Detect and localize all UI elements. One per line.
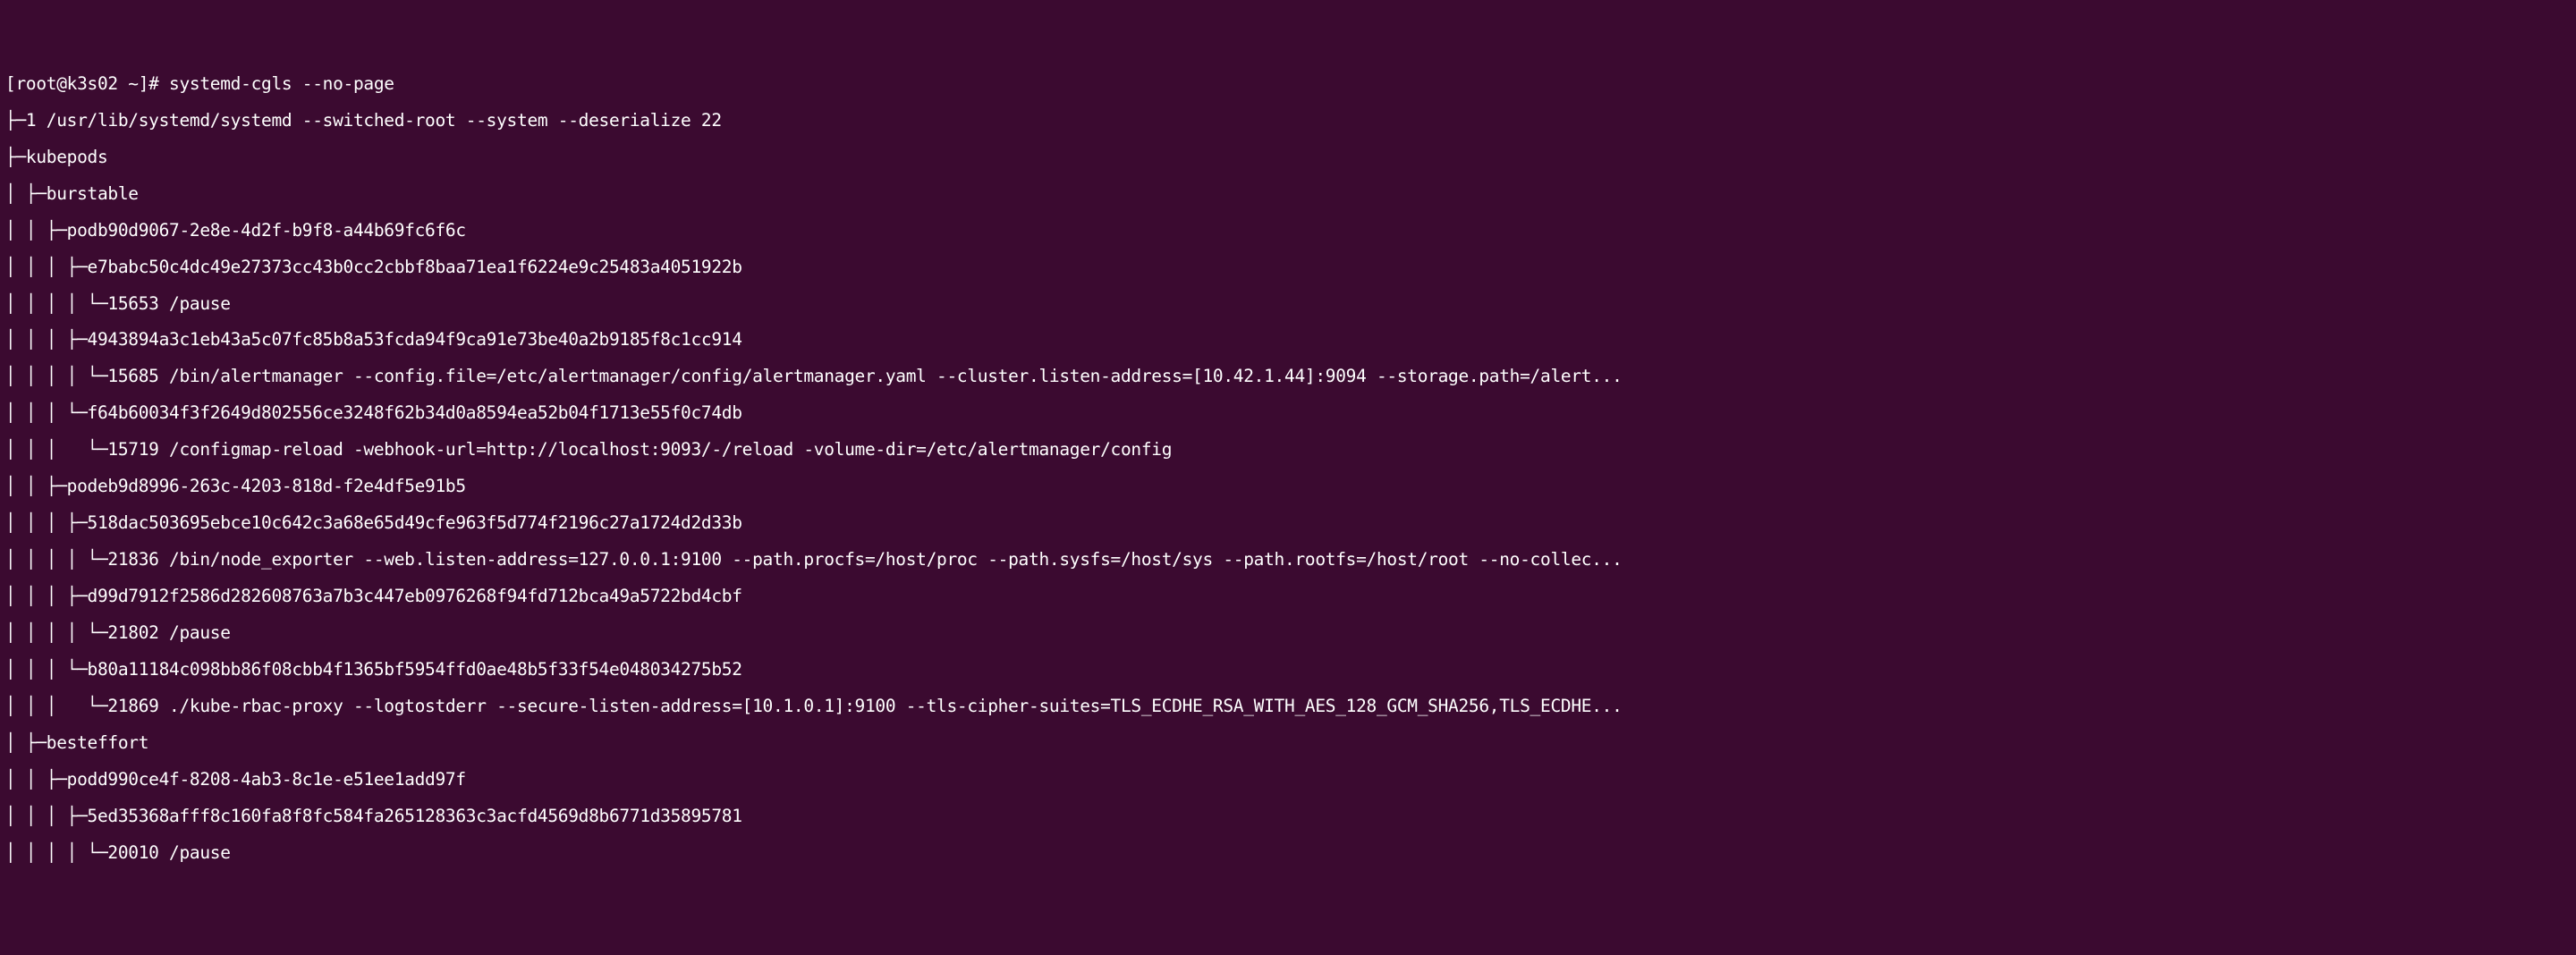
output-line: │ │ │ │ └─21836 /bin/node_exporter --web…	[5, 551, 2571, 569]
output-line: ├─kubepods	[5, 148, 2571, 166]
output-line: │ │ │ └─f64b60034f3f2649d802556ce3248f62…	[5, 404, 2571, 422]
typed-command: systemd-cgls --no-page	[169, 73, 394, 94]
output-line: │ │ │ ├─e7babc50c4dc49e27373cc43b0cc2cbb…	[5, 258, 2571, 276]
output-line: │ │ ├─podb90d9067-2e8e-4d2f-b9f8-a44b69f…	[5, 222, 2571, 240]
output-line: │ │ ├─podd990ce4f-8208-4ab3-8c1e-e51ee1a…	[5, 771, 2571, 789]
output-line: │ ├─burstable	[5, 185, 2571, 203]
output-line: │ │ │ ├─5ed35368afff8c160fa8f8fc584fa265…	[5, 807, 2571, 825]
output-line: │ │ │ │ └─15653 /pause	[5, 295, 2571, 313]
output-line: │ │ │ ├─d99d7912f2586d282608763a7b3c447e…	[5, 587, 2571, 605]
output-line: │ │ │ └─21869 ./kube-rbac-proxy --logtos…	[5, 697, 2571, 715]
output-line: │ │ │ ├─4943894a3c1eb43a5c07fc85b8a53fcd…	[5, 331, 2571, 349]
output-line: ├─1 /usr/lib/systemd/systemd --switched-…	[5, 112, 2571, 130]
output-line: │ │ │ │ └─15685 /bin/alertmanager --conf…	[5, 368, 2571, 385]
output-line: │ │ │ └─15719 /configmap-reload -webhook…	[5, 441, 2571, 459]
prompt: [root@k3s02 ~]#	[5, 73, 169, 94]
output-line: │ │ │ ├─518dac503695ebce10c642c3a68e65d4…	[5, 514, 2571, 532]
output-line: │ ├─besteffort	[5, 734, 2571, 752]
output-line: │ │ │ │ └─21802 /pause	[5, 624, 2571, 642]
output-line: │ │ │ └─b80a11184c098bb86f08cbb4f1365bf5…	[5, 661, 2571, 679]
output-line: │ │ ├─podeb9d8996-263c-4203-818d-f2e4df5…	[5, 478, 2571, 495]
output-line: │ │ │ │ └─20010 /pause	[5, 844, 2571, 862]
command-line: [root@k3s02 ~]# systemd-cgls --no-page	[5, 75, 2571, 93]
